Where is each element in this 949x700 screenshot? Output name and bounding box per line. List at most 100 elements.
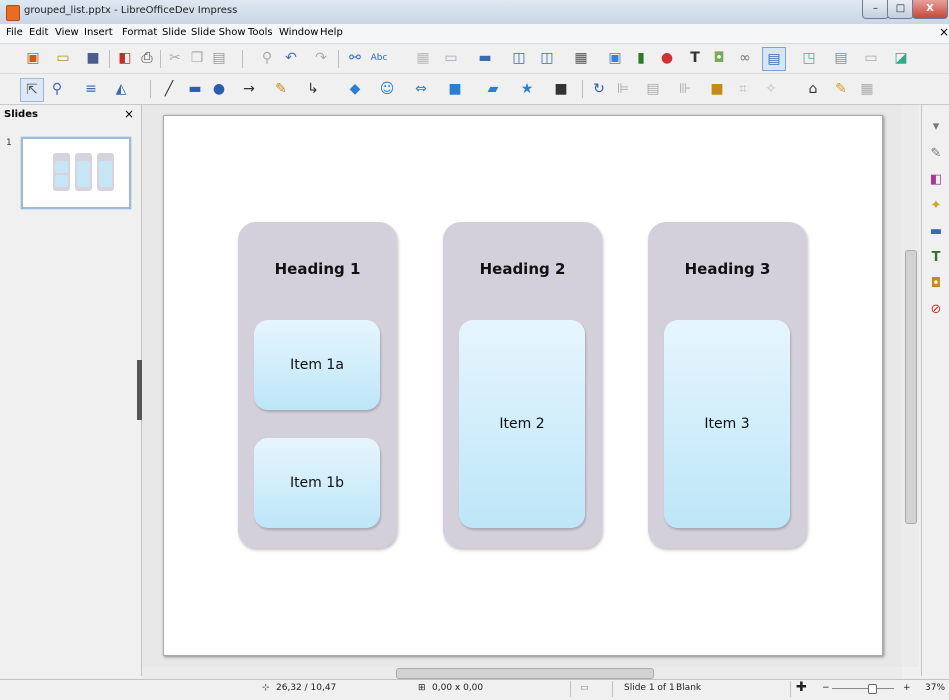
slide-layout-icon[interactable]: ▬ — [474, 47, 496, 69]
close-document-icon[interactable]: × — [939, 25, 949, 39]
group-heading[interactable]: Heading 2 — [443, 260, 602, 278]
start-first-slide-icon[interactable]: ◫ — [508, 47, 530, 69]
print-icon[interactable]: ⎙ — [136, 47, 158, 69]
sidebar-deck-icon[interactable]: ◪ — [890, 47, 912, 69]
flowchart-icon[interactable]: ■ — [444, 78, 466, 100]
fontwork-icon[interactable]: ◘ — [708, 47, 730, 69]
slide-transition-icon[interactable]: ◘ — [926, 275, 946, 293]
close-window-button[interactable]: X — [912, 0, 948, 19]
minimize-button[interactable]: – — [862, 0, 889, 19]
text-box-icon[interactable]: T — [684, 47, 706, 69]
zoom-in-button[interactable]: + — [903, 683, 911, 693]
spelling-icon[interactable]: Abc — [368, 47, 390, 69]
group-1[interactable]: Heading 1 Item 1a Item 1b — [238, 222, 397, 548]
line-icon[interactable]: ╱ — [158, 78, 180, 100]
arrange-icon[interactable]: ▤ — [642, 78, 664, 100]
display-views-icon[interactable]: ▭ — [440, 47, 462, 69]
glue-points-icon[interactable]: ✎ — [830, 78, 852, 100]
menu-slide[interactable]: Slide — [162, 27, 186, 38]
start-current-slide-icon[interactable]: ◫ — [536, 47, 558, 69]
shadow-icon[interactable]: ■ — [706, 78, 728, 100]
zoom-slider-thumb[interactable] — [868, 684, 877, 694]
connector-icon[interactable]: ↳ — [302, 78, 324, 100]
crop-icon[interactable]: ⌗ — [732, 78, 754, 100]
image-icon[interactable]: ▣ — [604, 47, 626, 69]
group-heading[interactable]: Heading 1 — [238, 260, 397, 278]
media-icon[interactable]: ● — [656, 47, 678, 69]
arrow-icon[interactable]: → — [238, 78, 260, 100]
master-slides-icon[interactable]: ◳ — [798, 47, 820, 69]
group-heading[interactable]: Heading 3 — [648, 260, 807, 278]
menu-help[interactable]: Help — [320, 27, 343, 38]
menu-view[interactable]: View — [55, 27, 79, 38]
sidebar-menu-icon[interactable]: ▾ — [926, 118, 946, 136]
group-3[interactable]: Heading 3 Item 3 — [648, 222, 807, 548]
group-2[interactable]: Heading 2 Item 2 — [443, 222, 602, 548]
master-slides-icon[interactable]: ⊘ — [926, 301, 946, 319]
save-icon[interactable]: ■ — [82, 47, 104, 69]
cut-icon[interactable]: ✂ — [164, 47, 186, 69]
open-icon[interactable]: ▭ — [52, 47, 74, 69]
zoom-slider[interactable] — [832, 688, 894, 689]
filter-icon[interactable]: ✧ — [760, 78, 782, 100]
curve-icon[interactable]: ✎ — [270, 78, 292, 100]
zoom-icon[interactable]: ⚲ — [46, 78, 68, 100]
paste-icon[interactable]: ▤ — [208, 47, 230, 69]
undo-icon[interactable]: ↶ — [280, 47, 302, 69]
table-icon[interactable]: ▦ — [570, 47, 592, 69]
align-icon[interactable]: ⊫ — [612, 78, 634, 100]
menu-slide-show[interactable]: Slide Show — [191, 27, 246, 38]
animation-icon[interactable]: T — [926, 249, 946, 267]
toggle-extrusion-icon[interactable]: ▦ — [856, 78, 878, 100]
vertical-scroll-thumb[interactable] — [905, 250, 917, 524]
fill-color-icon[interactable]: ◭ — [110, 78, 132, 100]
menu-file[interactable]: File — [6, 27, 23, 38]
export-pdf-icon[interactable]: ◧ — [114, 47, 136, 69]
menu-edit[interactable]: Edit — [29, 27, 48, 38]
clone-formatting-icon[interactable]: ⚲ — [256, 47, 278, 69]
maximize-button[interactable]: □ — [887, 0, 914, 19]
zoom-out-button[interactable]: − — [822, 683, 830, 693]
styles-icon[interactable]: ◧ — [926, 171, 946, 189]
hyperlink-icon[interactable]: ∞ — [734, 47, 756, 69]
grid-icon[interactable]: ▦ — [412, 47, 434, 69]
sidebar-icon[interactable]: ▤ — [830, 47, 852, 69]
list-item[interactable]: Item 1b — [254, 438, 380, 528]
ellipse-icon[interactable]: ● — [208, 78, 230, 100]
stars-icon[interactable]: ★ — [516, 78, 538, 100]
block-arrows-icon[interactable]: ⇔ — [410, 78, 432, 100]
close-panel-icon[interactable]: × — [124, 107, 134, 121]
find-replace-icon[interactable]: ⚯ — [344, 47, 366, 69]
chart-icon[interactable]: ▮ — [630, 47, 652, 69]
menu-window[interactable]: Window — [279, 27, 318, 38]
list-item[interactable]: Item 2 — [459, 320, 585, 528]
symbol-shapes-icon[interactable]: ☺ — [376, 78, 398, 100]
copy-icon[interactable]: ❐ — [186, 47, 208, 69]
list-item[interactable]: Item 3 — [664, 320, 790, 528]
line-color-icon[interactable]: ≡ — [80, 78, 102, 100]
fit-slide-icon[interactable]: ✚ — [796, 680, 807, 695]
gallery-icon[interactable]: ✦ — [926, 197, 946, 215]
basic-shapes-icon[interactable]: ◆ — [344, 78, 366, 100]
zoom-level[interactable]: 37% — [925, 683, 945, 693]
callouts-icon[interactable]: ▰ — [482, 78, 504, 100]
slide-thumbnail[interactable] — [21, 137, 131, 209]
interaction-icon[interactable]: ▤ — [762, 47, 786, 71]
list-item[interactable]: Item 1a — [254, 320, 380, 410]
redo-icon[interactable]: ↷ — [310, 47, 332, 69]
properties-icon[interactable]: ✎ — [926, 145, 946, 163]
3d-objects-icon[interactable]: ■ — [550, 78, 572, 100]
status-separator — [612, 681, 613, 697]
distribute-icon[interactable]: ⊪ — [674, 78, 696, 100]
navigator-icon[interactable]: ▬ — [926, 223, 946, 241]
points-icon[interactable]: ⌂ — [802, 78, 824, 100]
slide-show-icon[interactable]: ▭ — [860, 47, 882, 69]
horizontal-scroll-thumb[interactable] — [396, 668, 654, 679]
menu-format[interactable]: Format — [122, 27, 157, 38]
menu-insert[interactable]: Insert — [84, 27, 113, 38]
select-icon[interactable]: ⇱ — [20, 78, 44, 102]
new-slide-icon[interactable]: ▣ — [22, 47, 44, 69]
rectangle-icon[interactable]: ▬ — [184, 78, 206, 100]
rotate-icon[interactable]: ↻ — [588, 78, 610, 100]
menu-tools[interactable]: Tools — [248, 27, 273, 38]
